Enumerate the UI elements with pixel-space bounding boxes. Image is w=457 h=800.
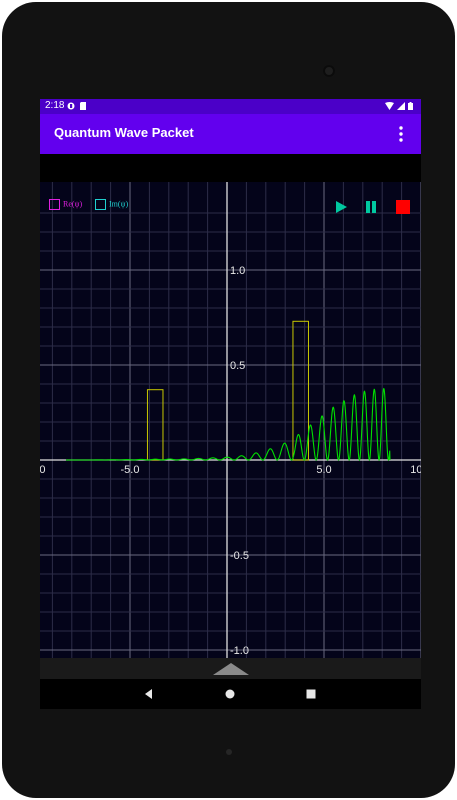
y-tick-label: -0.5	[230, 550, 249, 562]
legend-im[interactable]: Im(ψ)	[95, 199, 128, 213]
more-vert-icon[interactable]	[391, 123, 411, 145]
back-icon[interactable]	[141, 686, 157, 702]
y-tick-label: -1.0	[230, 645, 249, 657]
x-tick-label: -10.0	[40, 464, 46, 476]
im-checkbox[interactable]	[95, 199, 106, 210]
x-tick-label: -5.0	[121, 464, 140, 476]
im-label: Im(ψ)	[109, 199, 129, 209]
sd-card-icon	[80, 102, 86, 110]
screen: 2:18 Quantum Wave Packet 0 -5.0 5.0 10 1…	[40, 99, 421, 709]
app-bar: Quantum Wave Packet	[40, 114, 421, 154]
play-icon[interactable]	[333, 199, 349, 215]
stop-icon[interactable]	[395, 199, 411, 215]
y-tick-label: 1.0	[230, 265, 245, 277]
front-camera	[323, 65, 335, 77]
proximity-sensor	[226, 749, 232, 755]
home-icon[interactable]	[222, 686, 238, 702]
plot-canvas[interactable]: -10.0 -5.0 5.0 10.0 1.0 0.5 -0.5 -1.0	[40, 182, 421, 658]
legend-re[interactable]: Re(ψ)	[49, 199, 82, 213]
app-notification-icon	[67, 102, 75, 110]
plot-axes	[40, 182, 421, 658]
x-tick-label: 5.0	[316, 464, 331, 476]
plot-grid	[40, 182, 421, 658]
wifi-icon	[385, 102, 394, 110]
potential-barrier	[292, 320, 309, 461]
potential-barriers	[146, 320, 309, 461]
battery-icon	[408, 102, 413, 110]
re-checkbox[interactable]	[49, 199, 60, 210]
drawer-handle-icon[interactable]	[213, 663, 249, 675]
re-label: Re(ψ)	[63, 199, 83, 209]
recents-icon[interactable]	[303, 686, 319, 702]
toolbar-spacer	[40, 154, 421, 182]
wave-function-curve	[65, 387, 391, 462]
status-bar: 2:18	[40, 99, 421, 114]
tick-labels: -10.0 -5.0 5.0 10.0 1.0 0.5 -0.5 -1.0	[40, 265, 421, 657]
y-tick-label: 0.5	[230, 360, 245, 372]
tablet-frame: 2:18 Quantum Wave Packet 0 -5.0 5.0 10 1…	[2, 2, 455, 798]
navigation-bar	[40, 679, 421, 709]
status-time: 2:18	[45, 100, 65, 111]
x-tick-label: 10.0	[410, 464, 421, 476]
signal-icon	[397, 102, 405, 110]
app-title: Quantum Wave Packet	[54, 125, 194, 140]
wave-plot[interactable]: -10.0 -5.0 5.0 10.0 1.0 0.5 -0.5 -1.0	[40, 182, 421, 658]
pause-icon[interactable]	[363, 199, 379, 215]
